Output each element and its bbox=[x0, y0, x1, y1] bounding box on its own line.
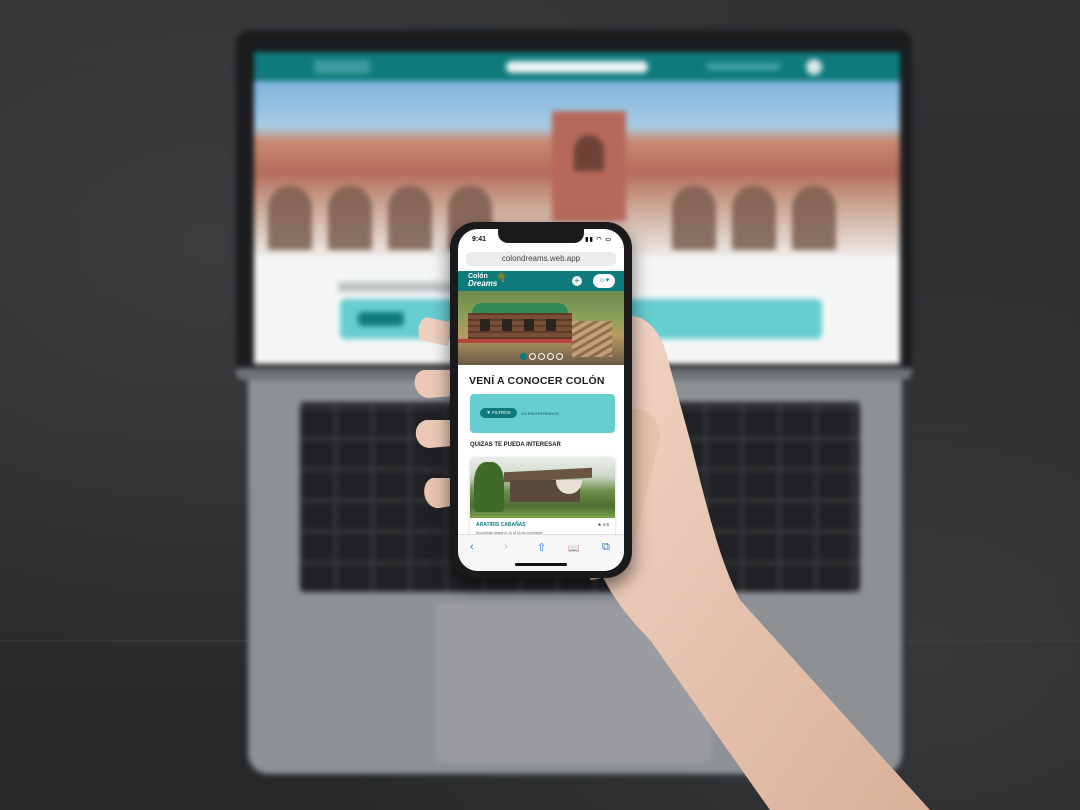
user-menu-icon[interactable]: ☺▾ bbox=[593, 274, 615, 288]
status-time: 9:41 bbox=[472, 236, 487, 243]
bookmarks-icon[interactable]: 📖 bbox=[568, 543, 579, 554]
app-header: Colón Dreams 🌴 + ☺▾ bbox=[458, 271, 624, 291]
phone-screen: 9:41 ▮▮ ◠ ▭ colondreams.web.app Colón Dr… bbox=[458, 229, 624, 571]
laptop-navbar bbox=[254, 52, 900, 81]
home-indicator bbox=[515, 563, 567, 566]
wagon-window bbox=[480, 319, 490, 331]
laptop-nav-link bbox=[706, 63, 780, 70]
tabs-icon[interactable]: ⧉ bbox=[602, 541, 610, 554]
favorite-icon[interactable]: ♡ bbox=[604, 460, 611, 469]
laptop-trackpad bbox=[436, 602, 712, 762]
results-count: 0/0 ENCONTRADOS bbox=[521, 411, 559, 416]
logo-line-2: Dreams bbox=[468, 279, 498, 288]
palm-tree-icon: 🌴 bbox=[496, 272, 508, 282]
hero-arch bbox=[732, 186, 776, 250]
signal-wifi-battery-icon: ▮▮ ◠ ▭ bbox=[585, 237, 612, 243]
wagon-window bbox=[524, 319, 534, 331]
forward-icon[interactable]: › bbox=[504, 541, 508, 553]
listing-tree bbox=[474, 462, 504, 512]
page-title: VENÍ A CONOCER COLÓN bbox=[469, 375, 605, 387]
listing-name: ARATIRIS CABAÑAS bbox=[476, 522, 526, 528]
carousel-dot[interactable] bbox=[546, 353, 554, 360]
phone-notch bbox=[498, 229, 584, 243]
wagon-window bbox=[502, 319, 512, 331]
carousel-dots bbox=[458, 353, 624, 360]
laptop-search-bar bbox=[506, 61, 648, 73]
hero-arch bbox=[268, 186, 312, 250]
hero-arch bbox=[792, 186, 836, 250]
back-icon[interactable]: ‹ bbox=[470, 541, 474, 553]
add-icon[interactable]: + bbox=[572, 276, 582, 286]
hero-tower bbox=[552, 111, 626, 221]
share-icon[interactable]: ⇧ bbox=[537, 541, 546, 554]
listing-rating: ★ 4.6 bbox=[597, 522, 609, 527]
filter-button[interactable]: ▼ FILTROS bbox=[480, 408, 517, 418]
app-logo[interactable]: Colón Dreams bbox=[468, 273, 498, 288]
section-title: QUIZAS TE PUEDA INTERESAR bbox=[470, 442, 561, 448]
carousel-dot[interactable] bbox=[555, 353, 563, 360]
address-bar[interactable]: colondreams.web.app bbox=[466, 252, 616, 266]
laptop-filter-button bbox=[358, 312, 404, 326]
wagon-window bbox=[546, 319, 556, 331]
wagon-stairs bbox=[572, 321, 612, 357]
laptop-logo bbox=[314, 60, 370, 74]
listing-image bbox=[470, 458, 615, 518]
filter-panel: ▼ FILTROS 0/0 ENCONTRADOS bbox=[470, 394, 615, 433]
carousel-dot[interactable] bbox=[537, 353, 545, 360]
carousel-dot[interactable] bbox=[519, 353, 527, 360]
hero-arch bbox=[388, 186, 432, 250]
laptop-avatar bbox=[806, 59, 822, 75]
hero-arch bbox=[672, 186, 716, 250]
wagon-rail bbox=[458, 339, 578, 343]
hero-arch bbox=[328, 186, 372, 250]
carousel-dot[interactable] bbox=[528, 353, 536, 360]
